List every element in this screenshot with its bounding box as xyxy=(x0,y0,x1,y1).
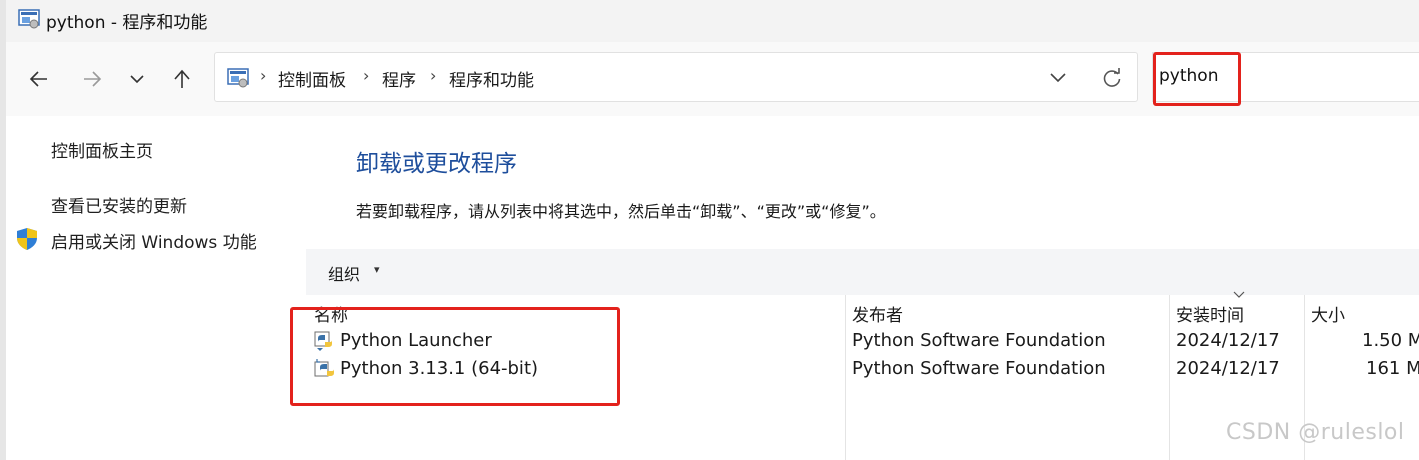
chevron-down-icon[interactable]: ▾ xyxy=(374,263,380,276)
program-publisher: Python Software Foundation xyxy=(852,330,1106,351)
column-header-installed-on[interactable]: 安装时间 xyxy=(1176,301,1244,326)
address-history-dropdown-icon[interactable] xyxy=(1049,71,1067,85)
breadcrumb-programs[interactable]: 程序 xyxy=(382,66,416,91)
column-divider xyxy=(1169,295,1170,460)
page-description: 若要卸载程序，请从列表中将其选中，然后单击“卸载”、“更改”或“修复”。 xyxy=(356,202,886,221)
breadcrumb-separator: › xyxy=(260,66,267,85)
breadcrumb-programs-features[interactable]: 程序和功能 xyxy=(449,66,534,91)
title-bar xyxy=(0,0,1419,42)
watermark: CSDN @ruleslol xyxy=(1226,420,1405,445)
program-install-date: 2024/12/17 xyxy=(1176,358,1280,379)
recent-locations-button[interactable] xyxy=(122,64,152,94)
page-title: 卸载或更改程序 xyxy=(356,151,517,177)
control-panel-icon xyxy=(227,68,249,88)
arrow-left-icon xyxy=(29,71,47,87)
arrow-up-icon xyxy=(174,69,190,88)
arrow-right-icon xyxy=(84,71,102,87)
control-panel-icon xyxy=(18,9,40,29)
organize-button[interactable]: 组织 xyxy=(328,261,360,285)
window-title: python - 程序和功能 xyxy=(46,13,208,33)
back-button[interactable] xyxy=(24,64,54,94)
program-size: 1.50 M xyxy=(1362,330,1419,351)
breadcrumb-separator: › xyxy=(363,66,370,85)
control-panel-home-link[interactable]: 控制面板主页 xyxy=(51,137,153,162)
column-header-publisher[interactable]: 发布者 xyxy=(852,301,903,326)
refresh-icon[interactable] xyxy=(1101,67,1123,89)
up-button[interactable] xyxy=(167,64,197,94)
view-installed-updates-link[interactable]: 查看已安装的更新 xyxy=(51,192,187,217)
command-bar: 组织 ▾ xyxy=(306,249,1419,295)
forward-button[interactable] xyxy=(77,64,107,94)
breadcrumb-control-panel[interactable]: 控制面板 xyxy=(278,66,346,91)
chevron-down-icon xyxy=(130,75,144,84)
sort-chevron-icon xyxy=(1233,291,1245,298)
breadcrumb-separator: › xyxy=(430,66,437,85)
program-publisher: Python Software Foundation xyxy=(852,358,1106,379)
column-header-size[interactable]: 大小 xyxy=(1311,301,1345,326)
shield-icon xyxy=(17,228,37,250)
search-highlight-box xyxy=(1153,52,1241,106)
program-highlight-box xyxy=(290,307,620,406)
column-divider xyxy=(845,295,846,460)
program-size: 161 M xyxy=(1366,358,1419,379)
windows-features-link[interactable]: 启用或关闭 Windows 功能 xyxy=(51,228,257,253)
program-install-date: 2024/12/17 xyxy=(1176,330,1280,351)
address-bar[interactable]: › 控制面板 › 程序 › 程序和功能 xyxy=(214,52,1138,102)
